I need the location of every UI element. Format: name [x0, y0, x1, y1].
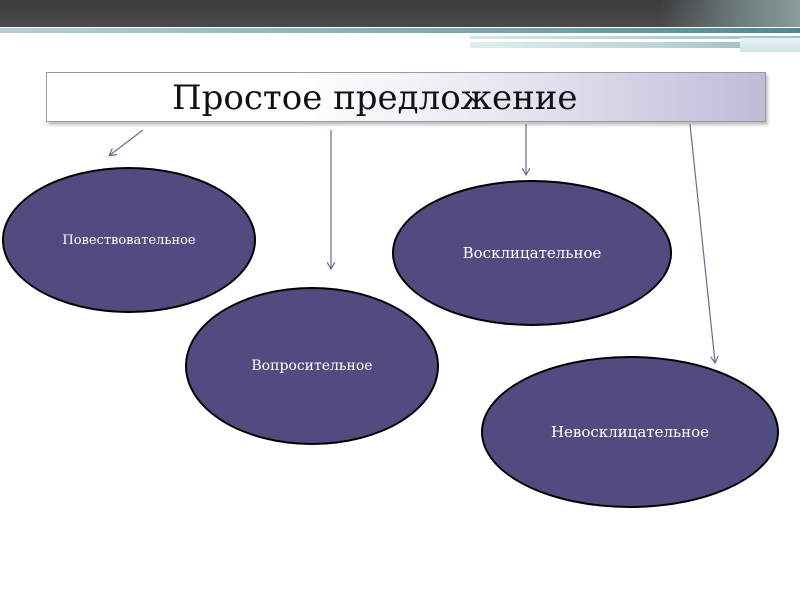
node-exclamatory: Восклицательное [392, 180, 672, 326]
arrow-to-node-1 [110, 129, 144, 155]
node-label: Вопросительное [251, 358, 373, 374]
arrow-to-node-4 [689, 123, 715, 362]
node-label: Восклицательное [462, 244, 602, 262]
node-label: Повествовательное [62, 232, 196, 248]
node-interrogative: Вопросительное [185, 287, 439, 445]
node-declarative: Повествовательное [2, 167, 256, 313]
slide: Простое предложение Повествовательное Во… [0, 0, 800, 600]
node-label: Невосклицательное [550, 423, 710, 441]
node-non-exclamatory: Невосклицательное [481, 356, 779, 508]
